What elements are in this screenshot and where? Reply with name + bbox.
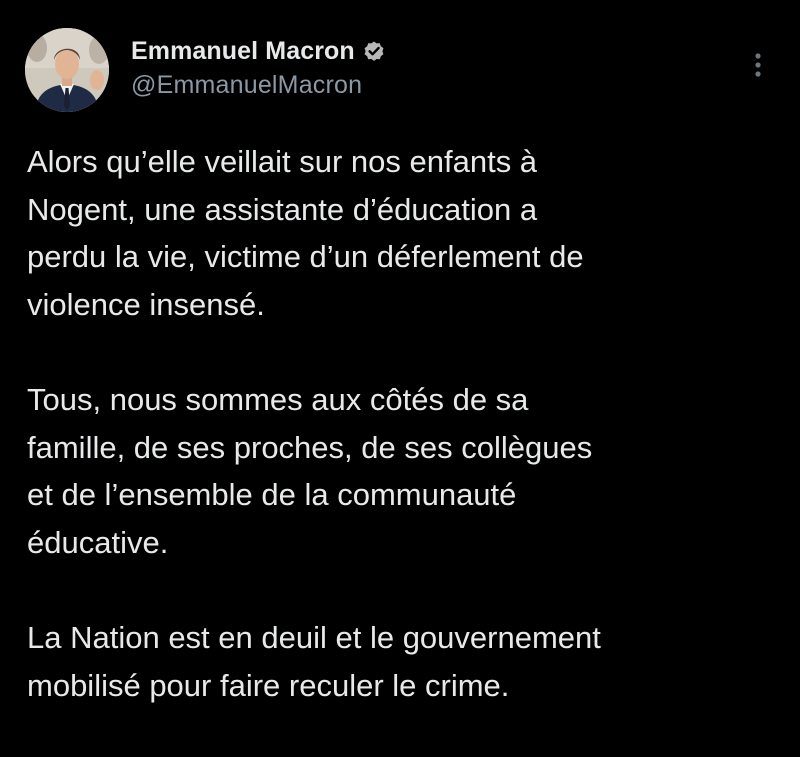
more-options-button[interactable] [748,50,768,80]
verified-badge-icon [362,39,386,63]
display-name[interactable]: Emmanuel Macron [131,37,355,66]
tweet-paragraph: La Nation est en deuil et le gouvernemen… [27,619,601,703]
tweet: Emmanuel Macron @EmmanuelMacron Alors qu… [0,0,800,736]
user-handle[interactable]: @EmmanuelMacron [131,71,386,100]
more-vertical-icon [755,53,761,77]
tweet-paragraph: Alors qu’elle veillait sur nos enfants à… [27,144,584,322]
avatar[interactable] [25,28,109,112]
tweet-paragraph: Tous, nous sommes aux côtés de sa famill… [27,381,593,560]
avatar-photo [25,28,109,112]
tweet-text: Alors qu’elle veillait sur nos enfants à… [27,138,767,757]
name-row: Emmanuel Macron [131,36,386,66]
tweet-header: Emmanuel Macron @EmmanuelMacron [131,36,386,100]
